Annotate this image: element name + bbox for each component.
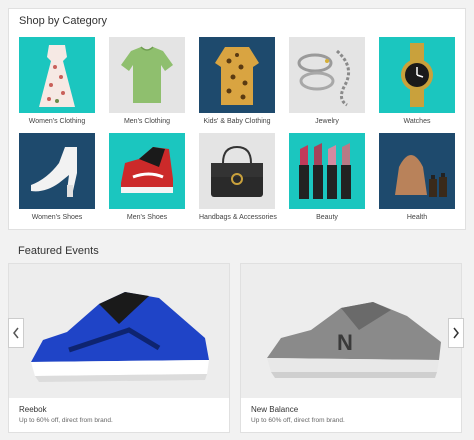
handbag-image (199, 133, 275, 209)
shop-by-category-section: Shop by Category Women's Clothing Men's … (8, 8, 466, 230)
category-mens-clothing[interactable]: Men's Clothing (109, 37, 185, 125)
event-brand: Reebok (19, 405, 47, 414)
category-watches[interactable]: Watches (379, 37, 455, 125)
sneaker-image (109, 133, 185, 209)
category-label: Watches (403, 118, 431, 125)
reebok-shoe-image (9, 264, 229, 398)
category-womens-clothing[interactable]: Women's Clothing (19, 37, 95, 125)
diffuser-image (379, 133, 455, 209)
category-jewelry[interactable]: Jewelry (289, 37, 365, 125)
category-mens-shoes[interactable]: Men's Shoes (109, 133, 185, 221)
womens-shoe-image (19, 133, 95, 209)
category-label: Health (406, 214, 428, 221)
jewelry-image (289, 37, 365, 113)
svg-text:N: N (337, 330, 353, 355)
carousel-prev-button[interactable] (8, 318, 24, 348)
category-kids-baby-clothing[interactable]: Kids' & Baby Clothing (199, 37, 275, 125)
category-label: Women's Clothing (28, 118, 86, 125)
category-label: Kids' & Baby Clothing (203, 118, 271, 125)
tshirt-image (109, 37, 185, 113)
section-title: Shop by Category (19, 15, 108, 27)
watch-image (379, 37, 455, 113)
category-label: Beauty (316, 214, 338, 221)
new-balance-shoe-image: N (241, 264, 461, 398)
category-beauty[interactable]: Beauty (289, 133, 365, 221)
carousel-next-button[interactable] (448, 318, 464, 348)
category-handbags-accessories[interactable]: Handbags & Accessories (199, 133, 277, 221)
event-card-new-balance[interactable]: N New Balance Up to 60% off, direct from… (240, 263, 462, 433)
event-promo: Up to 60% off, direct from brand. (19, 417, 113, 424)
chevron-right-icon (452, 327, 460, 339)
category-health[interactable]: Health (379, 133, 455, 221)
category-label: Men's Shoes (126, 214, 168, 221)
chevron-left-icon (12, 327, 20, 339)
category-label: Men's Clothing (123, 118, 171, 125)
category-label: Jewelry (315, 118, 339, 125)
event-card-reebok[interactable]: Reebok Up to 60% off, direct from brand. (8, 263, 230, 433)
event-promo: Up to 60% off, direct from brand. (251, 417, 345, 424)
featured-events-title: Featured Events (18, 245, 99, 257)
category-womens-shoes[interactable]: Women's Shoes (19, 133, 95, 221)
kids-dress-image (199, 37, 275, 113)
category-label: Handbags & Accessories (199, 214, 277, 221)
category-label: Women's Shoes (31, 214, 83, 221)
lipstick-image (289, 133, 365, 209)
event-brand: New Balance (251, 405, 299, 414)
dress-image (19, 37, 95, 113)
